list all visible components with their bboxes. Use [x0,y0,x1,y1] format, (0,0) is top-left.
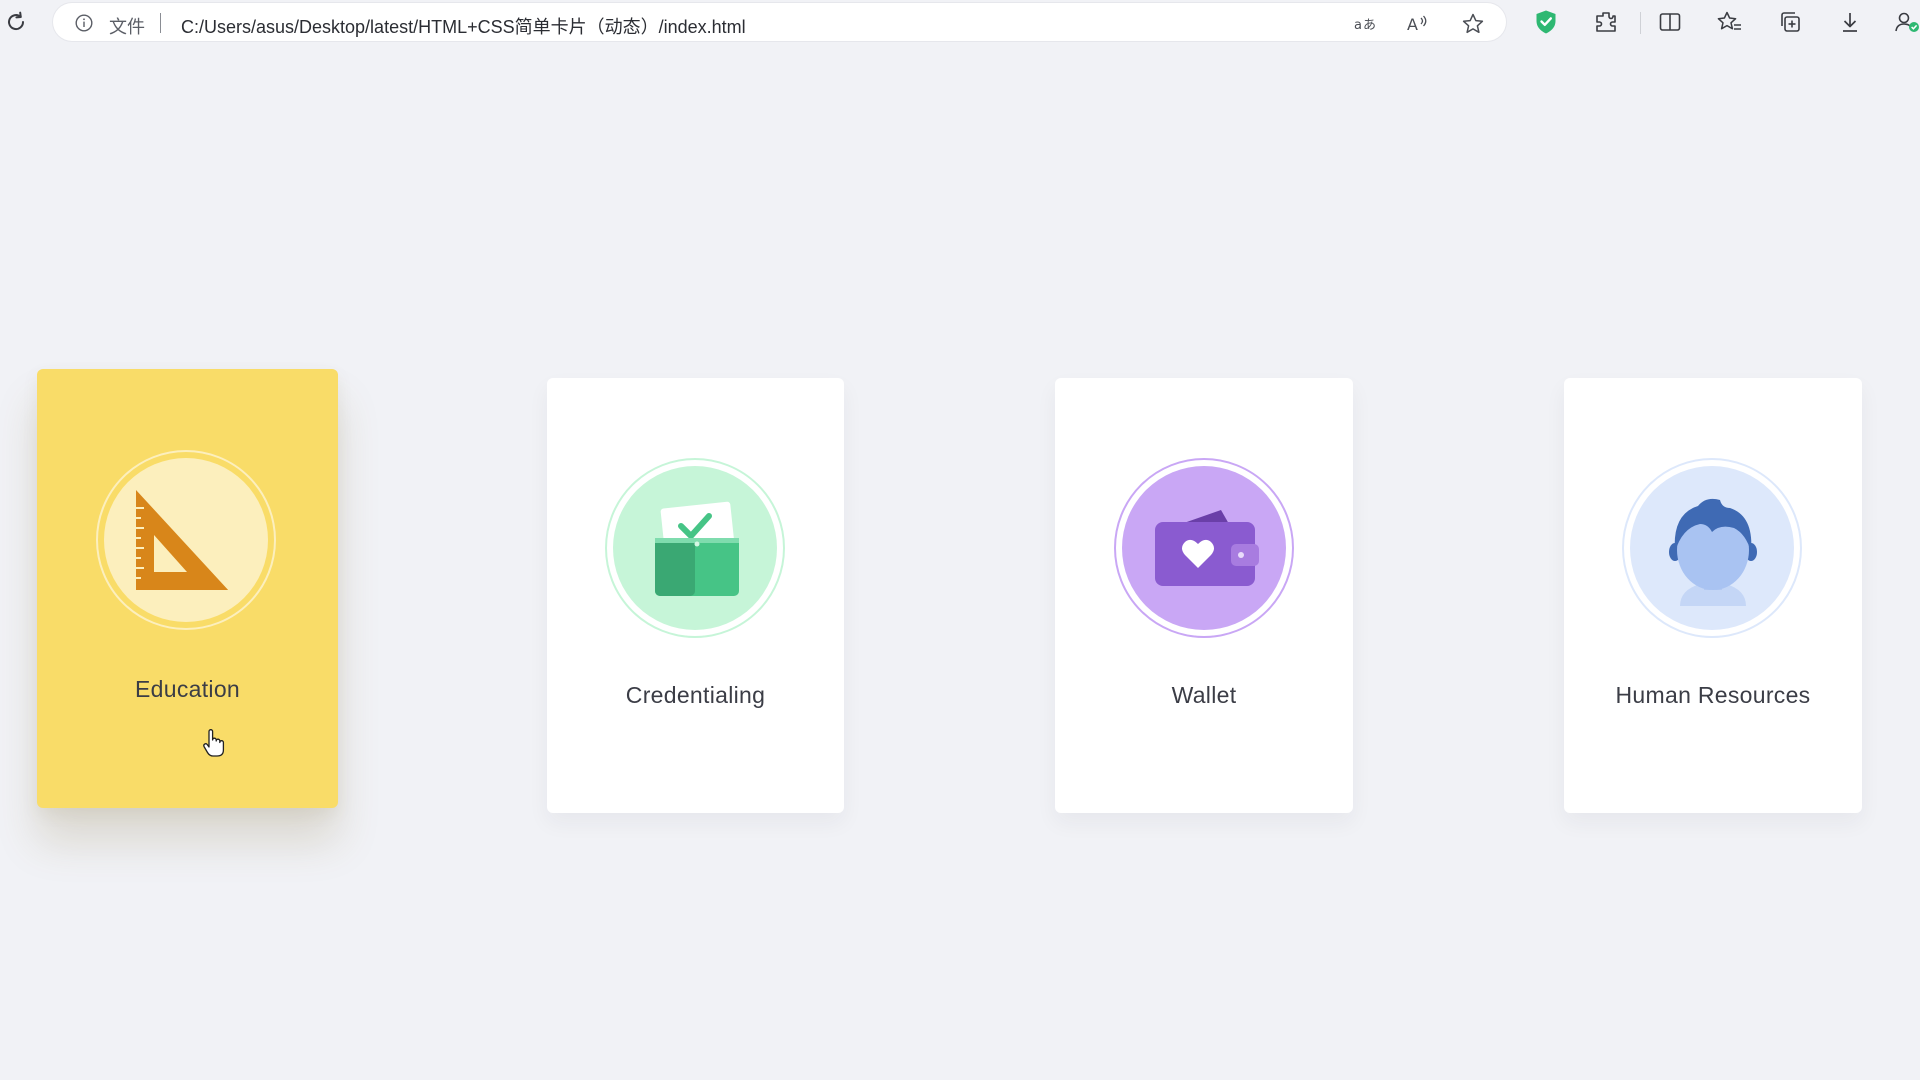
card-label: Human Resources [1615,682,1811,708]
info-icon[interactable] [75,14,93,32]
reload-icon[interactable] [2,8,30,36]
card-education[interactable]: Education [37,369,338,808]
card-label: Credentialing [625,682,766,708]
card-wallet[interactable]: Wallet [1055,378,1353,813]
browser-toolbar: 文件 C:/Users/asus/Desktop/latest/HTML+CSS… [0,0,1920,46]
card-label: Education [135,676,240,702]
profile-icon[interactable] [1893,8,1920,36]
card-credentialing[interactable]: Credentialing [547,378,844,813]
wallet-check-icon [655,501,739,596]
shield-extension-icon[interactable] [1532,8,1560,36]
scheme-label: 文件 [109,17,145,37]
favorites-icon[interactable] [1716,8,1744,36]
toolbar-divider [1640,12,1641,34]
card-label: Wallet [1171,682,1237,708]
card-human-resources[interactable]: Human Resources [1564,378,1862,813]
download-icon[interactable] [1836,8,1864,36]
extensions-icon[interactable] [1592,8,1620,36]
wallet-heart-icon [1155,510,1259,586]
svg-text:a: a [1354,18,1362,33]
read-aloud-icon[interactable]: A [1405,11,1431,37]
hand-cursor-icon [203,729,225,757]
address-divider [160,13,161,33]
set-square-icon [136,490,229,590]
svg-text:あ: あ [1363,18,1376,33]
split-screen-icon[interactable] [1656,8,1684,36]
person-icon [1669,498,1757,606]
translate-icon[interactable]: a あ [1352,11,1378,37]
svg-text:A: A [1407,15,1418,34]
favorite-star-icon[interactable] [1460,11,1486,37]
url-text[interactable]: C:/Users/asus/Desktop/latest/HTML+CSS简单卡… [181,13,746,39]
address-bar[interactable]: 文件 C:/Users/asus/Desktop/latest/HTML+CSS… [53,3,1506,41]
collections-icon[interactable] [1776,8,1804,36]
